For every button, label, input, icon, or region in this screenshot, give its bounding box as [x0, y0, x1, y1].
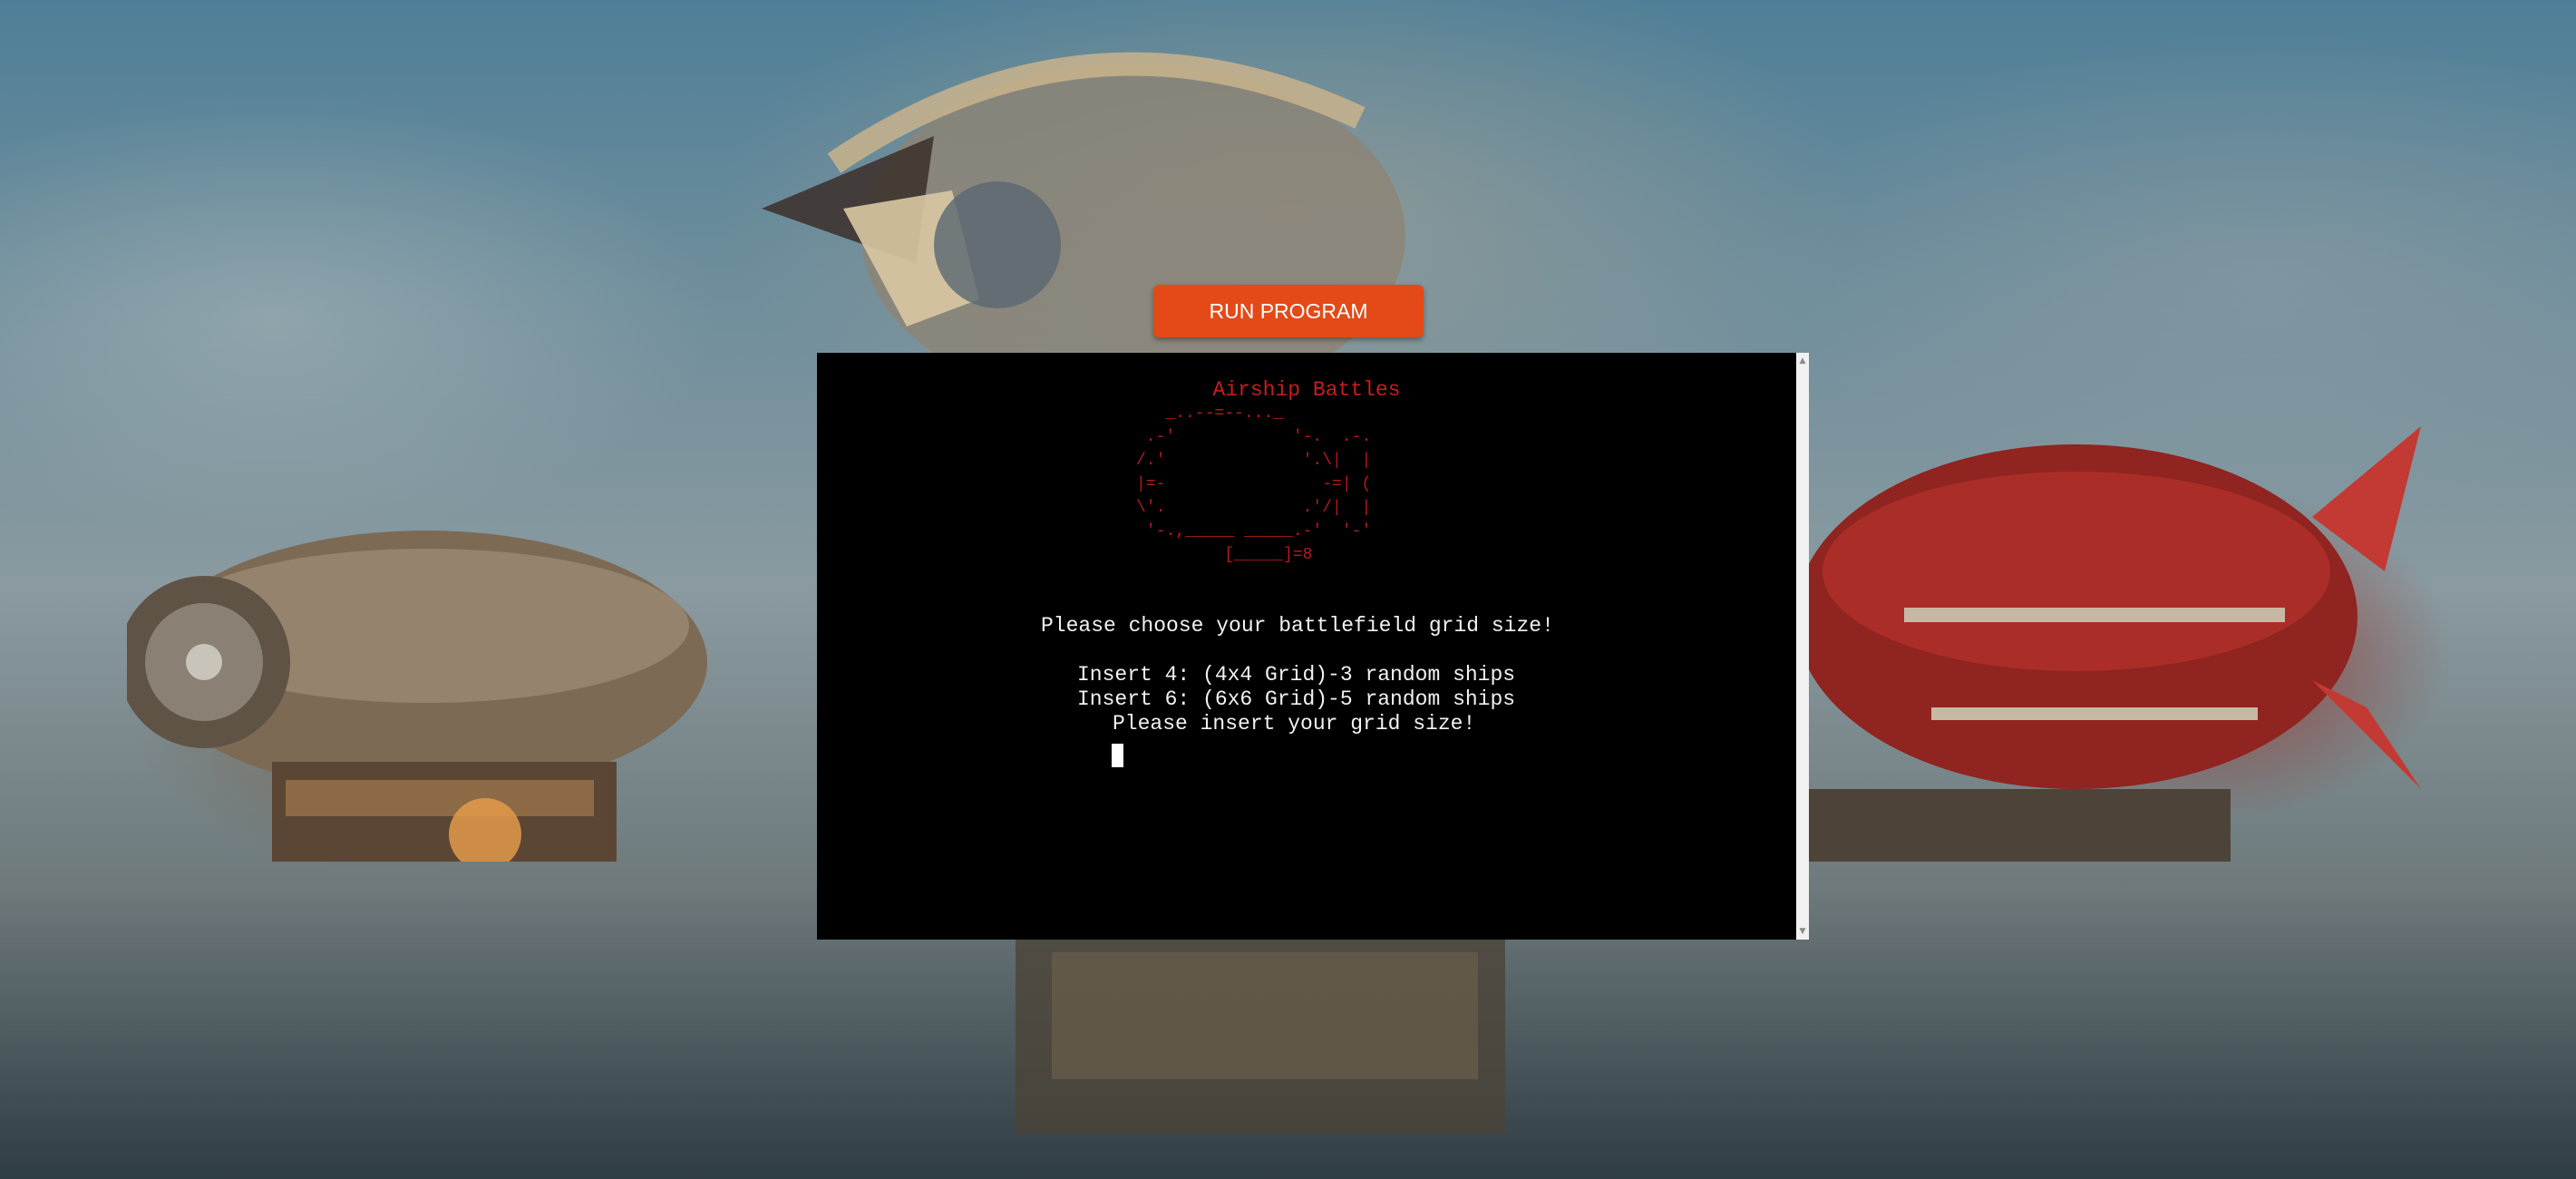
terminal-output: Airship Battles _..--=--..._ .-' '-. .-.…	[817, 353, 1796, 940]
scroll-up-arrow-icon[interactable]: ▲	[1796, 355, 1809, 367]
right-airship-illustration	[1804, 426, 2421, 862]
left-airship-illustration	[127, 531, 707, 862]
terminal-scrollbar[interactable]: ▲ ▼	[1796, 353, 1809, 940]
terminal-window[interactable]: Airship Battles _..--=--..._ .-' '-. .-.…	[817, 353, 1796, 940]
option-4-grid: Insert 4: (4x4 Grid)-3 random ships	[1077, 663, 1516, 687]
grid-size-prompt: Please choose your battlefield grid size…	[1041, 614, 1554, 638]
run-program-button[interactable]: RUN PROGRAM	[1153, 285, 1424, 337]
airship-ascii-art: _..--=--..._ .-' '-. .-. /.' '.\| | |=- …	[1136, 404, 1372, 564]
scroll-down-arrow-icon[interactable]: ▼	[1796, 925, 1809, 938]
option-6-grid: Insert 6: (6x6 Grid)-5 random ships	[1077, 687, 1516, 711]
insert-grid-size-prompt: Please insert your grid size!	[1113, 712, 1476, 736]
game-title: Airship Battles	[1212, 378, 1401, 402]
terminal-cursor[interactable]	[1112, 744, 1123, 767]
